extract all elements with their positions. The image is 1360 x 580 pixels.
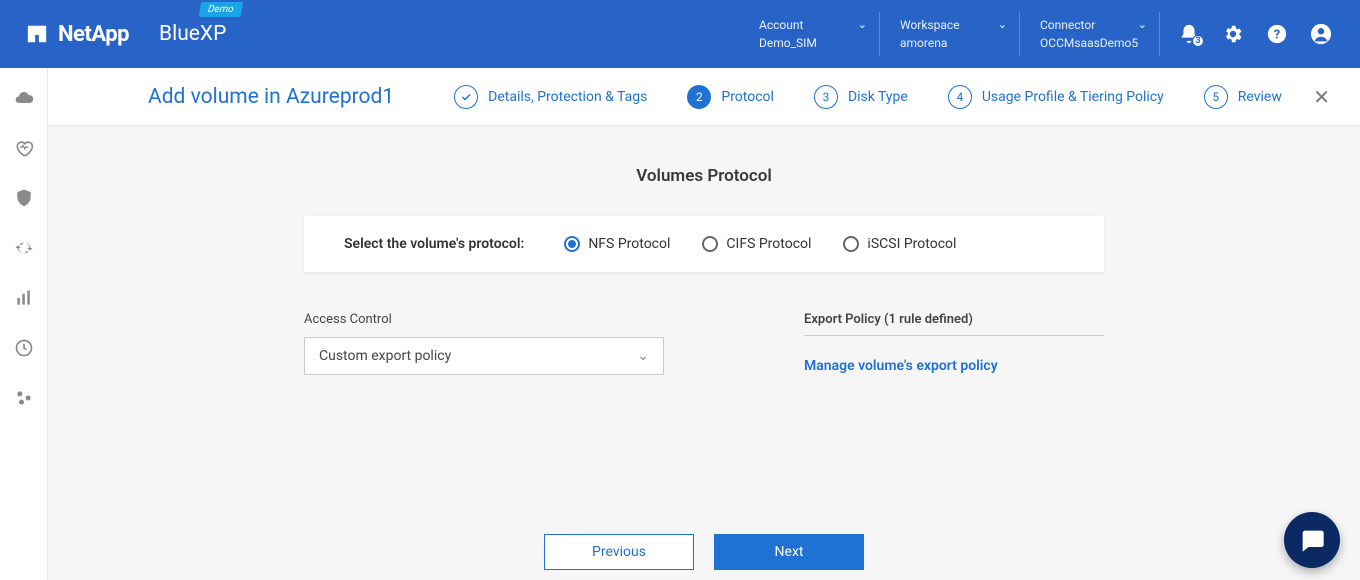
step-label: Disk Type bbox=[848, 89, 908, 105]
previous-button[interactable]: Previous bbox=[544, 534, 694, 570]
netapp-logo-icon bbox=[26, 23, 48, 45]
left-sidebar bbox=[0, 68, 48, 580]
steps: Details, Protection & Tags 2 Protocol 3 … bbox=[454, 85, 1303, 109]
chevron-down-icon: ⌄ bbox=[637, 348, 649, 364]
radio-icon bbox=[843, 236, 859, 252]
radio-label: NFS Protocol bbox=[588, 236, 670, 252]
radio-icon bbox=[564, 236, 580, 252]
workspace-label: Workspace bbox=[900, 18, 999, 32]
radio-cifs[interactable]: CIFS Protocol bbox=[702, 236, 811, 252]
notif-count: 3 bbox=[1192, 35, 1204, 47]
section-title: Volumes Protocol bbox=[48, 166, 1360, 186]
workspace-value: amorena bbox=[900, 36, 999, 50]
shield-icon[interactable] bbox=[14, 188, 34, 208]
step-num: 5 bbox=[1204, 85, 1228, 109]
step-protocol[interactable]: 2 Protocol bbox=[687, 85, 774, 109]
brand-name: NetApp bbox=[58, 22, 129, 47]
export-policy-label: Export Policy (1 rule defined) bbox=[804, 312, 1104, 336]
radio-iscsi[interactable]: iSCSI Protocol bbox=[843, 236, 956, 252]
chevron-down-icon: ⌄ bbox=[998, 18, 1007, 31]
protocol-card: Select the volume's protocol: NFS Protoc… bbox=[304, 216, 1104, 272]
step-label: Details, Protection & Tags bbox=[488, 89, 647, 105]
main-content: Volumes Protocol Select the volume's pro… bbox=[48, 126, 1360, 524]
product-name: BlueXP bbox=[159, 22, 226, 46]
step-label: Review bbox=[1238, 89, 1282, 105]
connector-value: OCCMsaasDemo5 bbox=[1040, 36, 1139, 50]
header-right: Account Demo_SIM ⌄ Workspace amorena ⌄ C… bbox=[739, 0, 1360, 68]
sync-icon[interactable] bbox=[14, 238, 34, 258]
notifications-icon[interactable]: 3 bbox=[1178, 23, 1200, 45]
close-icon[interactable]: ✕ bbox=[1313, 85, 1330, 109]
top-header: Demo NetApp BlueXP Account Demo_SIM ⌄ Wo… bbox=[0, 0, 1360, 68]
demo-badge: Demo bbox=[199, 2, 243, 17]
page-title: Add volume in Azureprod1 bbox=[148, 85, 394, 109]
chat-icon bbox=[1298, 526, 1326, 554]
workspace-selector[interactable]: Workspace amorena ⌄ bbox=[879, 12, 1019, 56]
radio-label: CIFS Protocol bbox=[726, 236, 811, 252]
chevron-down-icon: ⌄ bbox=[1138, 18, 1147, 31]
health-icon[interactable] bbox=[14, 138, 34, 158]
protocol-radio-group: NFS Protocol CIFS Protocol iSCSI Protoco… bbox=[564, 236, 956, 252]
step-disk-type[interactable]: 3 Disk Type bbox=[814, 85, 908, 109]
step-check-icon bbox=[454, 85, 478, 109]
cloud-icon[interactable] bbox=[14, 88, 34, 108]
timeline-icon[interactable] bbox=[14, 338, 34, 358]
step-label: Usage Profile & Tiering Policy bbox=[982, 89, 1164, 105]
step-label: Protocol bbox=[721, 89, 774, 105]
manage-export-policy-link[interactable]: Manage volume's export policy bbox=[804, 358, 998, 374]
step-details[interactable]: Details, Protection & Tags bbox=[454, 85, 647, 109]
account-selector[interactable]: Account Demo_SIM ⌄ bbox=[739, 12, 879, 56]
settings-icon[interactable] bbox=[1222, 23, 1244, 45]
help-icon[interactable]: ? bbox=[1266, 23, 1288, 45]
next-button[interactable]: Next bbox=[714, 534, 864, 570]
analytics-icon[interactable] bbox=[14, 288, 34, 308]
extensions-icon[interactable] bbox=[14, 388, 34, 408]
step-review[interactable]: 5 Review bbox=[1204, 85, 1282, 109]
connector-label: Connector bbox=[1040, 18, 1139, 32]
protocol-prompt: Select the volume's protocol: bbox=[344, 236, 524, 252]
account-value: Demo_SIM bbox=[759, 36, 859, 50]
step-usage-tiering[interactable]: 4 Usage Profile & Tiering Policy bbox=[948, 85, 1164, 109]
wizard-stepbar: Add volume in Azureprod1 Details, Protec… bbox=[48, 68, 1360, 126]
export-policy-column: Export Policy (1 rule defined) Manage vo… bbox=[804, 312, 1104, 375]
radio-nfs[interactable]: NFS Protocol bbox=[564, 236, 670, 252]
brand-block[interactable]: NetApp BlueXP bbox=[0, 22, 226, 47]
svg-text:?: ? bbox=[1274, 28, 1280, 43]
connector-selector[interactable]: Connector OCCMsaasDemo5 ⌄ bbox=[1019, 12, 1159, 56]
wizard-footer: Previous Next bbox=[48, 524, 1360, 580]
access-control-label: Access Control bbox=[304, 312, 664, 327]
chevron-down-icon: ⌄ bbox=[858, 18, 867, 31]
step-num: 2 bbox=[687, 85, 711, 109]
radio-label: iSCSI Protocol bbox=[867, 236, 956, 252]
chat-launcher[interactable] bbox=[1284, 512, 1340, 568]
step-num: 3 bbox=[814, 85, 838, 109]
access-control-column: Access Control Custom export policy ⌄ bbox=[304, 312, 664, 375]
select-value: Custom export policy bbox=[319, 348, 451, 364]
settings-columns: Access Control Custom export policy ⌄ Ex… bbox=[304, 312, 1104, 375]
radio-icon bbox=[702, 236, 718, 252]
access-control-select[interactable]: Custom export policy ⌄ bbox=[304, 337, 664, 375]
account-label: Account bbox=[759, 18, 859, 32]
header-icons: 3 ? bbox=[1159, 12, 1360, 56]
user-icon[interactable] bbox=[1310, 23, 1332, 45]
step-num: 4 bbox=[948, 85, 972, 109]
